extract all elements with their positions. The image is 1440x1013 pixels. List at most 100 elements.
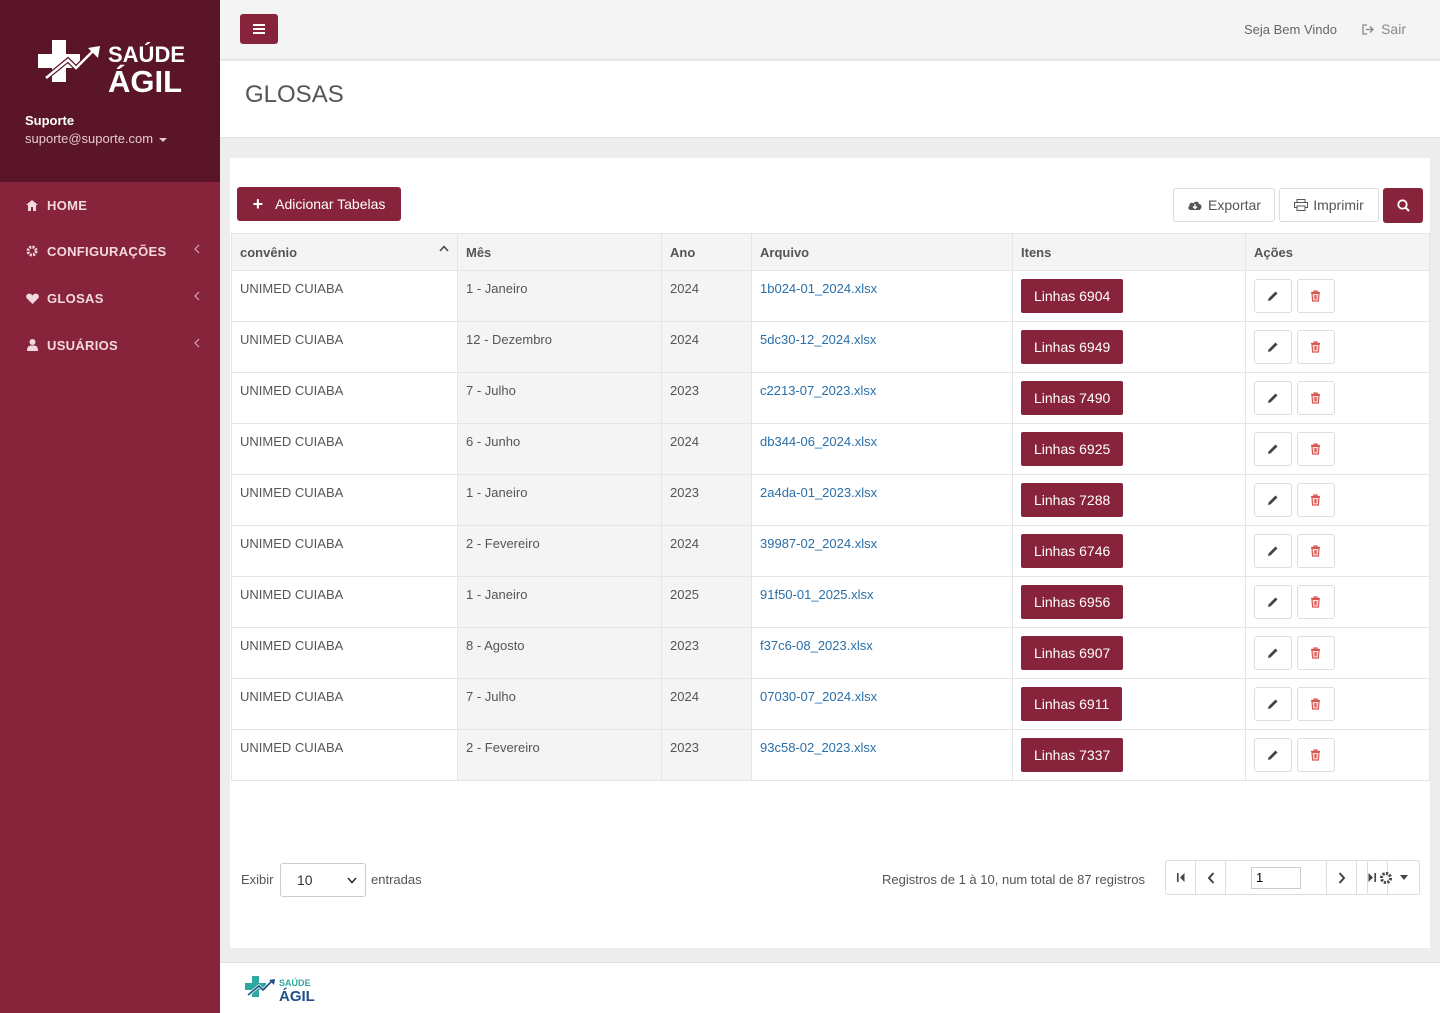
lines-button[interactable]: Linhas 6911 <box>1021 687 1123 721</box>
caret-down-icon <box>1400 875 1408 880</box>
pencil-icon <box>1268 648 1278 658</box>
footer-logo-line2: ÁGIL <box>279 988 315 1003</box>
sidebar-item-configuracoes[interactable]: CONFIGURAÇÕES <box>0 228 220 274</box>
sidebar-item-home[interactable]: HOME <box>0 182 220 228</box>
welcome-text: Seja Bem Vindo <box>1244 22 1337 37</box>
lines-button[interactable]: Linhas 6746 <box>1021 534 1124 568</box>
edit-button[interactable] <box>1254 687 1292 721</box>
lines-button[interactable]: Linhas 6907 <box>1021 636 1124 670</box>
column-header-acoes: Ações <box>1245 233 1430 271</box>
file-link[interactable]: 2a4da-01_2023.xlsx <box>760 485 877 500</box>
cell-ano: 2024 <box>661 423 752 475</box>
delete-button[interactable] <box>1296 534 1335 568</box>
cell-itens: Linhas 6925 <box>1012 423 1246 475</box>
lines-button[interactable]: Linhas 7337 <box>1021 738 1124 772</box>
records-info: Registros de 1 à 10, num total de 87 reg… <box>882 872 1146 887</box>
cell-mes: 7 - Julho <box>457 678 662 730</box>
prev-page-button[interactable] <box>1196 861 1226 894</box>
file-link[interactable]: 91f50-01_2025.xlsx <box>760 587 873 602</box>
cell-itens: Linhas 6907 <box>1012 627 1246 679</box>
lines-button[interactable]: Linhas 6949 <box>1021 330 1124 364</box>
file-link[interactable]: db344-06_2024.xlsx <box>760 434 877 449</box>
file-link[interactable]: 93c58-02_2023.xlsx <box>760 740 876 755</box>
column-header-convenio[interactable]: convênio <box>231 233 458 271</box>
edit-button[interactable] <box>1254 585 1292 619</box>
lines-button[interactable]: Linhas 6925 <box>1021 432 1124 466</box>
top-navbar: Seja Bem Vindo Sair <box>220 0 1440 60</box>
file-link[interactable]: 07030-07_2024.xlsx <box>760 689 877 704</box>
trash-icon <box>1311 341 1321 353</box>
print-button[interactable]: Imprimir <box>1279 188 1379 222</box>
column-header-itens[interactable]: Itens <box>1012 233 1246 271</box>
pencil-icon <box>1268 546 1278 556</box>
edit-button[interactable] <box>1254 330 1292 364</box>
column-label: Itens <box>1021 244 1052 260</box>
edit-button[interactable] <box>1254 381 1292 415</box>
ano-text: 2024 <box>670 434 699 449</box>
trash-icon <box>1311 596 1321 608</box>
cell-arquivo: c2213-07_2023.xlsx <box>751 372 1013 424</box>
mes-text: 8 - Agosto <box>466 638 525 653</box>
cell-convenio: UNIMED CUIABA <box>231 474 458 526</box>
lines-button[interactable]: Linhas 6956 <box>1021 585 1124 619</box>
page-number-input[interactable] <box>1251 866 1301 889</box>
trash-icon <box>1311 698 1321 710</box>
edit-button[interactable] <box>1254 483 1292 517</box>
page-size-select[interactable]: 10 <box>280 863 366 897</box>
search-toggle-button[interactable] <box>1383 188 1423 223</box>
column-header-mes[interactable]: Mês <box>457 233 662 271</box>
cell-itens: Linhas 7288 <box>1012 474 1246 526</box>
mes-text: 2 - Fevereiro <box>466 536 540 551</box>
convenio-text: UNIMED CUIABA <box>240 383 344 398</box>
cell-mes: 8 - Agosto <box>457 627 662 679</box>
delete-button[interactable] <box>1296 687 1335 721</box>
column-label: Arquivo <box>760 244 810 260</box>
mes-text: 7 - Julho <box>466 689 516 704</box>
file-link[interactable]: 1b024-01_2024.xlsx <box>760 281 877 296</box>
lines-button[interactable]: Linhas 6904 <box>1021 279 1124 313</box>
cell-ano: 2023 <box>661 372 752 424</box>
edit-button[interactable] <box>1254 534 1292 568</box>
logout-button[interactable]: Sair <box>1362 21 1406 37</box>
delete-button[interactable] <box>1296 738 1335 772</box>
column-header-arquivo[interactable]: Arquivo <box>751 233 1013 271</box>
lines-button[interactable]: Linhas 7288 <box>1021 483 1124 517</box>
file-link[interactable]: f37c6-08_2023.xlsx <box>760 638 873 653</box>
delete-button[interactable] <box>1296 330 1335 364</box>
cell-ano: 2024 <box>661 321 752 373</box>
export-button[interactable]: Exportar <box>1173 188 1275 222</box>
delete-button[interactable] <box>1296 585 1335 619</box>
delete-button[interactable] <box>1296 381 1335 415</box>
sidebar-item-glosas[interactable]: GLOSAS <box>0 275 220 321</box>
add-tables-button[interactable]: + Adicionar Tabelas <box>237 187 401 221</box>
file-link[interactable]: c2213-07_2023.xlsx <box>760 383 876 398</box>
table-header-row: convênio Mês Ano Arquivo Itens Ações <box>231 233 1430 271</box>
delete-button[interactable] <box>1296 483 1335 517</box>
user-email-dropdown[interactable]: suporte@suporte.com <box>25 131 168 146</box>
edit-button[interactable] <box>1254 279 1292 313</box>
table-row: UNIMED CUIABA 12 - Dezembro 2024 5dc30-12_2… <box>231 321 1430 373</box>
sidebar-item-usuarios[interactable]: USUÁRIOS <box>0 322 220 368</box>
table-settings-button[interactable] <box>1367 860 1420 895</box>
edit-button[interactable] <box>1254 738 1292 772</box>
cell-mes: 2 - Fevereiro <box>457 729 662 781</box>
cell-arquivo: 39987-02_2024.xlsx <box>751 525 1013 577</box>
trash-icon <box>1311 290 1321 302</box>
lines-button[interactable]: Linhas 7490 <box>1021 381 1124 415</box>
cell-acoes <box>1245 474 1430 526</box>
delete-button[interactable] <box>1296 636 1335 670</box>
file-link[interactable]: 5dc30-12_2024.xlsx <box>760 332 876 347</box>
next-page-button[interactable] <box>1327 861 1357 894</box>
cloud-download-icon <box>1188 201 1202 210</box>
sidebar-toggle-button[interactable] <box>240 14 278 44</box>
ano-text: 2024 <box>670 281 699 296</box>
first-page-button[interactable] <box>1166 861 1196 894</box>
column-header-ano[interactable]: Ano <box>661 233 752 271</box>
file-link[interactable]: 39987-02_2024.xlsx <box>760 536 877 551</box>
edit-button[interactable] <box>1254 636 1292 670</box>
delete-button[interactable] <box>1296 432 1335 466</box>
pencil-icon <box>1268 444 1278 454</box>
edit-button[interactable] <box>1254 432 1292 466</box>
chevron-left-icon <box>1207 871 1214 884</box>
delete-button[interactable] <box>1296 279 1335 313</box>
